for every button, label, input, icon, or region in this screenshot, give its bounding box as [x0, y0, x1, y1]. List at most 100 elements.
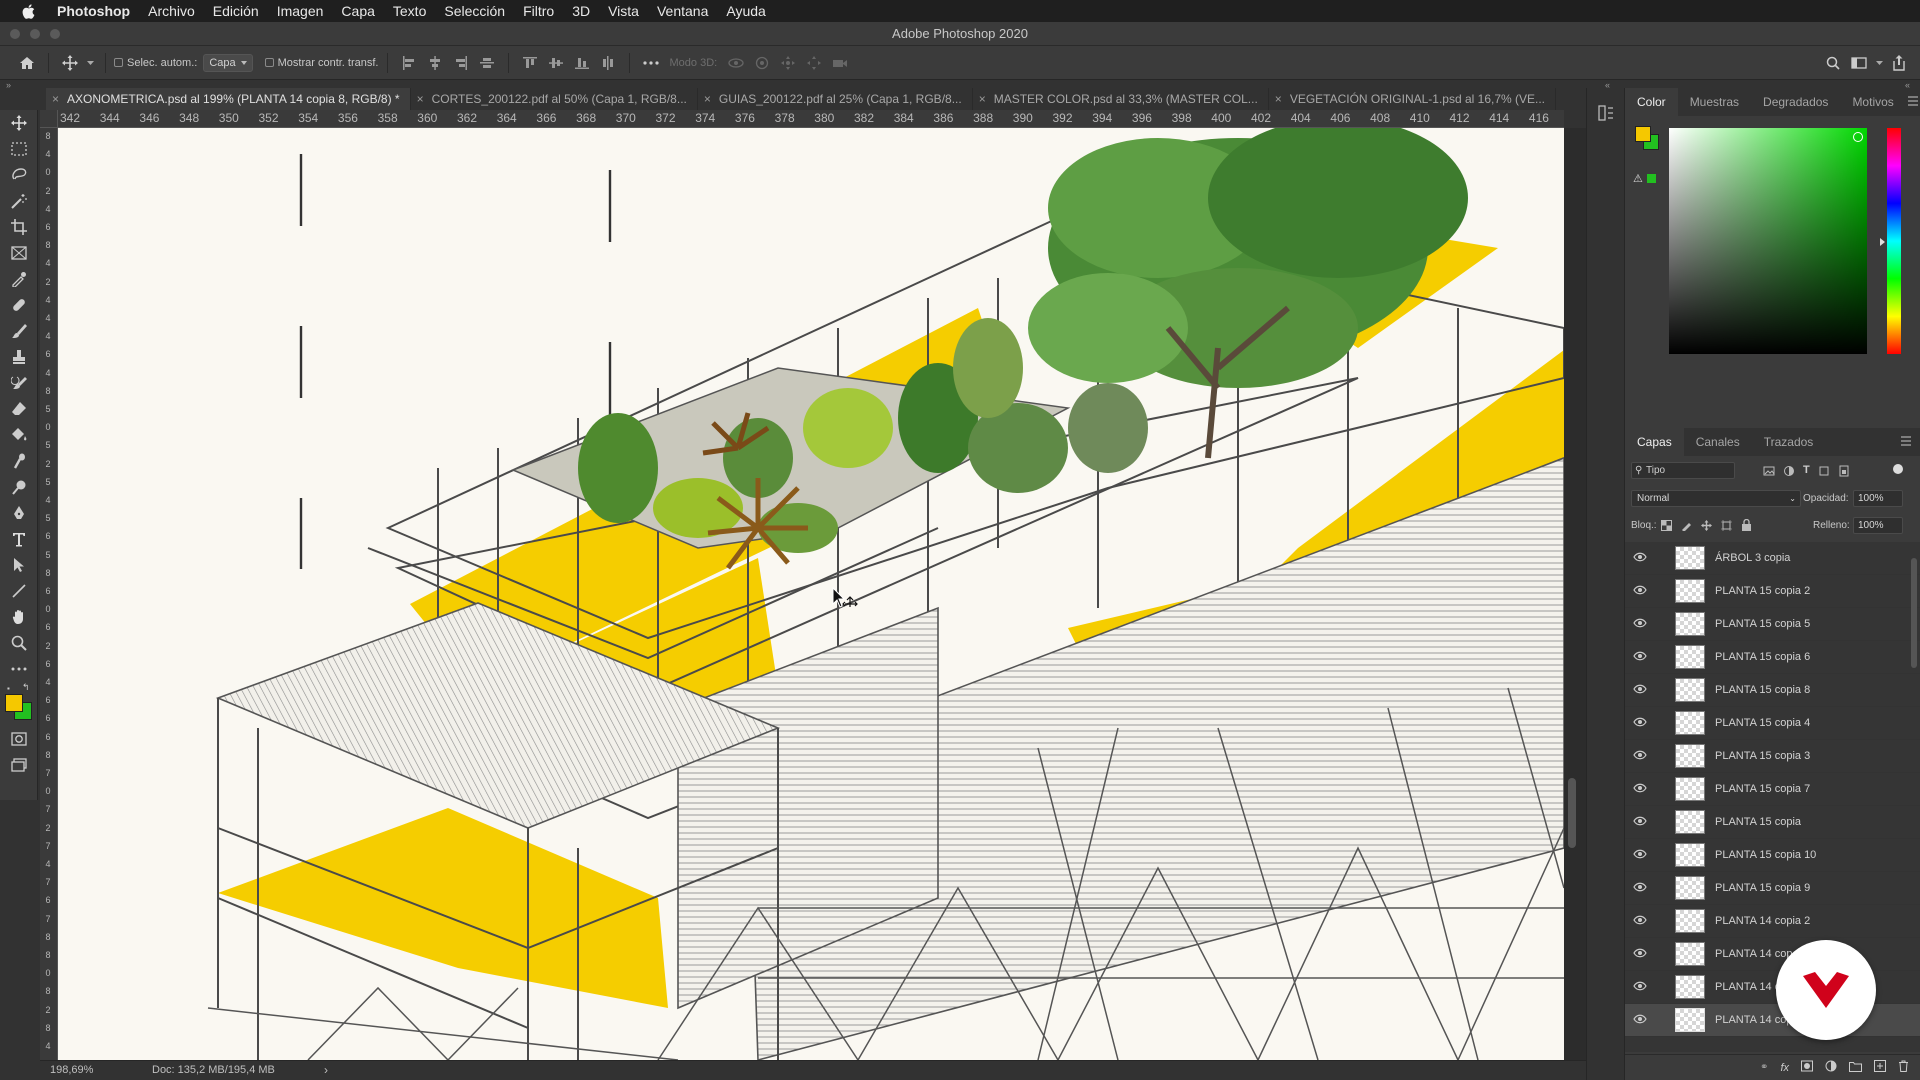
- chevron-down-icon[interactable]: [85, 52, 95, 74]
- layer-row[interactable]: PLANTA 14 copia 2: [1625, 905, 1920, 938]
- lock-pixels-icon[interactable]: [1681, 518, 1692, 536]
- close-icon[interactable]: ×: [417, 92, 424, 106]
- workspace-icon[interactable]: [1848, 52, 1870, 74]
- layer-name[interactable]: PLANTA 15 copia 6: [1715, 651, 1810, 663]
- more-options-icon[interactable]: [640, 52, 662, 74]
- layer-name[interactable]: PLANTA 15 copia 9: [1715, 882, 1810, 894]
- image-filter-icon[interactable]: [1763, 464, 1775, 482]
- close-icon[interactable]: ×: [1275, 92, 1282, 106]
- eye-icon[interactable]: [1633, 849, 1647, 862]
- dodge-tool[interactable]: [0, 474, 38, 500]
- menu-texto[interactable]: Texto: [384, 0, 435, 22]
- align-top-icon[interactable]: [519, 52, 541, 74]
- layer-name[interactable]: PLANTA 14 cop: [1715, 1014, 1792, 1026]
- paint-bucket-tool[interactable]: [0, 422, 38, 448]
- layer-row[interactable]: ÁRBOL 3 copia: [1625, 542, 1920, 575]
- axonometric-drawing[interactable]: [58, 128, 1564, 1060]
- align-middle-v-icon[interactable]: [545, 52, 567, 74]
- move-tool[interactable]: [0, 110, 38, 136]
- layer-thumbnail[interactable]: [1675, 744, 1705, 768]
- eraser-tool[interactable]: [0, 396, 38, 422]
- move-tool-preset-icon[interactable]: [59, 52, 81, 74]
- quick-mask-icon[interactable]: [0, 726, 38, 752]
- align-bottom-icon[interactable]: [571, 52, 593, 74]
- hand-tool[interactable]: [0, 604, 38, 630]
- layer-thumbnail[interactable]: [1675, 678, 1705, 702]
- hue-slider-handle[interactable]: [1880, 238, 1885, 246]
- close-icon[interactable]: ×: [979, 92, 986, 106]
- menu-capa[interactable]: Capa: [332, 0, 383, 22]
- add-mask-icon[interactable]: [1801, 1059, 1813, 1077]
- history-brush-tool[interactable]: [0, 370, 38, 396]
- distribute-v-icon[interactable]: [597, 52, 619, 74]
- brush-tool[interactable]: [0, 318, 38, 344]
- layer-name[interactable]: PLANTA 15 copia: [1715, 816, 1801, 828]
- layer-thumbnail[interactable]: [1675, 711, 1705, 735]
- layer-thumbnail[interactable]: [1675, 975, 1705, 999]
- tab-vegetacion[interactable]: × VEGETACIÓN ORIGINAL-1.psd al 16,7% (VE.…: [1269, 88, 1557, 110]
- tab-motivos[interactable]: Motivos: [1840, 88, 1905, 116]
- apple-icon[interactable]: [20, 3, 36, 19]
- tab-guias[interactable]: × GUIAS_200122.pdf al 25% (Capa 1, RGB/8.…: [698, 88, 973, 110]
- eye-icon[interactable]: [1633, 585, 1647, 598]
- swap-colors-icon[interactable]: ↰: [22, 682, 30, 693]
- eye-icon[interactable]: [1633, 750, 1647, 763]
- menu-imagen[interactable]: Imagen: [268, 0, 333, 22]
- shape-filter-icon[interactable]: [1818, 464, 1830, 482]
- layer-name[interactable]: PLANTA 14 cop: [1715, 948, 1792, 960]
- lock-all-icon[interactable]: [1741, 518, 1752, 536]
- eye-icon[interactable]: [1633, 618, 1647, 631]
- tab-capas[interactable]: Capas: [1625, 428, 1684, 456]
- eye-icon[interactable]: [1633, 651, 1647, 664]
- layer-row[interactable]: PLANTA 15 copia 6: [1625, 641, 1920, 674]
- layer-thumbnail[interactable]: [1675, 810, 1705, 834]
- layer-thumbnail[interactable]: [1675, 546, 1705, 570]
- eyedropper-tool[interactable]: [0, 266, 38, 292]
- close-icon[interactable]: ×: [52, 92, 59, 106]
- vertical-scrollbar[interactable]: [1564, 128, 1586, 1060]
- tab-canales[interactable]: Canales: [1684, 428, 1752, 456]
- status-chevron-icon[interactable]: ›: [324, 1063, 328, 1077]
- color-picker-ring[interactable]: [1853, 132, 1863, 142]
- layer-name[interactable]: PLANTA 14 copia 2: [1715, 915, 1810, 927]
- lock-position-icon[interactable]: [1701, 518, 1712, 536]
- layer-row[interactable]: PLANTA 15 copia 2: [1625, 575, 1920, 608]
- eye-icon[interactable]: [1633, 981, 1647, 994]
- share-icon[interactable]: [1888, 52, 1910, 74]
- clone-stamp-tool[interactable]: [0, 344, 38, 370]
- line-tool[interactable]: [0, 578, 38, 604]
- gamut-swatch[interactable]: [1647, 174, 1656, 183]
- eye-icon[interactable]: [1633, 717, 1647, 730]
- menu-ayuda[interactable]: Ayuda: [717, 0, 774, 22]
- layer-thumbnail[interactable]: [1675, 777, 1705, 801]
- window-close-button[interactable]: [10, 29, 20, 39]
- align-center-h-icon[interactable]: [424, 52, 446, 74]
- screen-mode-icon[interactable]: [0, 752, 38, 778]
- adjustment-filter-icon[interactable]: [1783, 464, 1795, 482]
- layer-row[interactable]: PLANTA 15 copia 10: [1625, 839, 1920, 872]
- hue-slider[interactable]: [1887, 128, 1901, 354]
- magic-wand-tool[interactable]: [0, 188, 38, 214]
- layer-name[interactable]: PLANTA 15 copia 10: [1715, 849, 1816, 861]
- menu-app-name[interactable]: Photoshop: [48, 0, 139, 22]
- tab-trazados[interactable]: Trazados: [1752, 428, 1826, 456]
- layer-thumbnail[interactable]: [1675, 645, 1705, 669]
- layer-thumbnail[interactable]: [1675, 612, 1705, 636]
- crop-tool[interactable]: [0, 214, 38, 240]
- document-canvas[interactable]: [58, 128, 1564, 1060]
- layer-thumbnail[interactable]: [1675, 942, 1705, 966]
- tab-master-color[interactable]: × MASTER COLOR.psd al 33,3% (MASTER COL..…: [973, 88, 1269, 110]
- toolbar-collapse-icon[interactable]: »: [6, 80, 11, 90]
- menu-edicion[interactable]: Edición: [204, 0, 268, 22]
- layer-row[interactable]: PLANTA 15 copia 7: [1625, 773, 1920, 806]
- eye-icon[interactable]: [1633, 882, 1647, 895]
- tab-degradados[interactable]: Degradados: [1751, 88, 1840, 116]
- new-adjustment-icon[interactable]: [1825, 1059, 1837, 1077]
- layer-name[interactable]: PLANTA 14 c: [1715, 981, 1780, 993]
- filter-toggle-icon[interactable]: [1893, 464, 1903, 474]
- auto-select-target-dropdown[interactable]: Capa: [203, 53, 253, 72]
- link-layers-icon[interactable]: ⚭: [1760, 1062, 1768, 1073]
- fill-input[interactable]: 100%: [1853, 517, 1903, 534]
- layer-row[interactable]: PLANTA 15 copia 4: [1625, 707, 1920, 740]
- layer-row[interactable]: PLANTA 15 copia 9: [1625, 872, 1920, 905]
